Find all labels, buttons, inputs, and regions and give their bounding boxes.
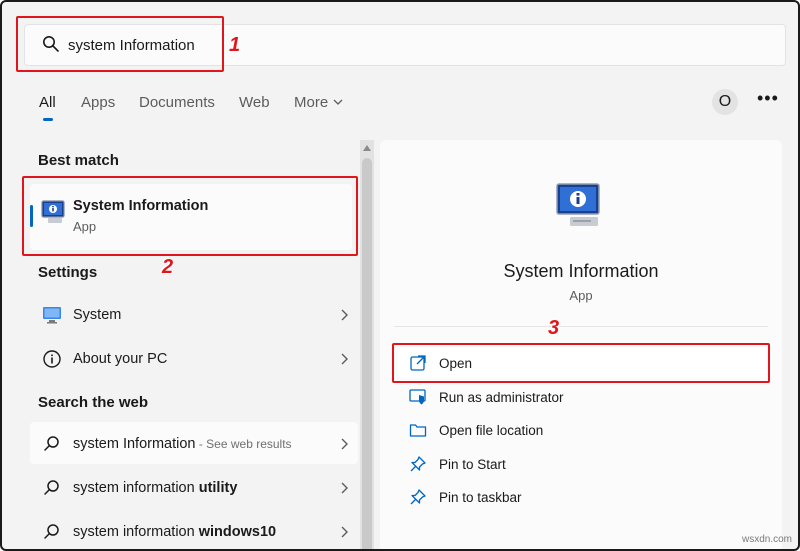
admin-shield-icon [409,389,426,405]
web-result-query: system Information [73,436,196,452]
chevron-right-icon[interactable] [340,353,348,365]
search-icon [44,436,59,451]
settings-item-about-pc[interactable]: About your PC [73,351,167,367]
folder-icon [409,424,427,437]
web-result-prefix: system information [73,524,199,540]
chevron-right-icon[interactable] [340,482,348,494]
settings-heading: Settings [38,264,98,281]
web-result-bold: utility [198,480,238,496]
chevron-down-icon [333,99,343,105]
chevron-right-icon[interactable] [340,309,348,321]
tab-more[interactable]: More [294,94,328,111]
best-match-heading: Best match [38,152,119,169]
watermark: wsxdn.com [742,534,793,545]
annotation-box-search [16,16,224,72]
action-pin-to-start[interactable]: Pin to Start [439,457,506,472]
scroll-up-arrow-icon[interactable] [363,145,371,151]
tab-documents[interactable]: Documents [139,94,215,111]
annotation-number-2: 2 [162,256,174,278]
search-icon [44,480,59,495]
settings-item-system[interactable]: System [73,307,121,323]
annotation-number-1: 1 [229,34,241,56]
action-open-file-location[interactable]: Open file location [439,423,543,438]
chevron-right-icon[interactable] [340,438,348,450]
start-search-window: system Information 1 All Apps Documents … [0,0,800,551]
search-web-heading: Search the web [38,394,149,411]
tab-apps[interactable]: Apps [81,94,115,111]
scrollbar-thumb[interactable] [362,158,372,549]
web-result-windows10[interactable]: system information windows10 [73,524,276,540]
account-avatar[interactable]: O [712,89,738,115]
detail-subtitle: App [569,288,593,303]
chevron-right-icon[interactable] [340,526,348,538]
action-run-as-admin[interactable]: Run as administrator [439,390,564,405]
web-result-label: system Information - See web results [73,436,292,452]
pin-icon [410,456,426,472]
annotation-number-3: 3 [548,317,560,339]
web-result-utility[interactable]: system information utility [73,480,237,496]
pin-icon [410,489,426,505]
web-result-suffix: - See web results [195,437,292,451]
annotation-box-best-match [22,176,358,256]
action-pin-to-taskbar[interactable]: Pin to taskbar [439,490,522,505]
info-circle-icon [43,350,61,368]
divider [394,326,768,327]
web-result-prefix: system information [73,480,199,496]
more-options-icon[interactable]: ••• [757,88,779,109]
tab-web[interactable]: Web [239,94,270,111]
system-information-icon [556,183,600,226]
monitor-icon [43,307,61,324]
annotation-box-open [392,343,770,383]
tab-active-indicator [43,118,53,121]
detail-title: System Information [503,261,659,281]
tab-all[interactable]: All [39,94,56,111]
search-icon [44,524,59,539]
web-result-bold: windows10 [198,524,277,540]
